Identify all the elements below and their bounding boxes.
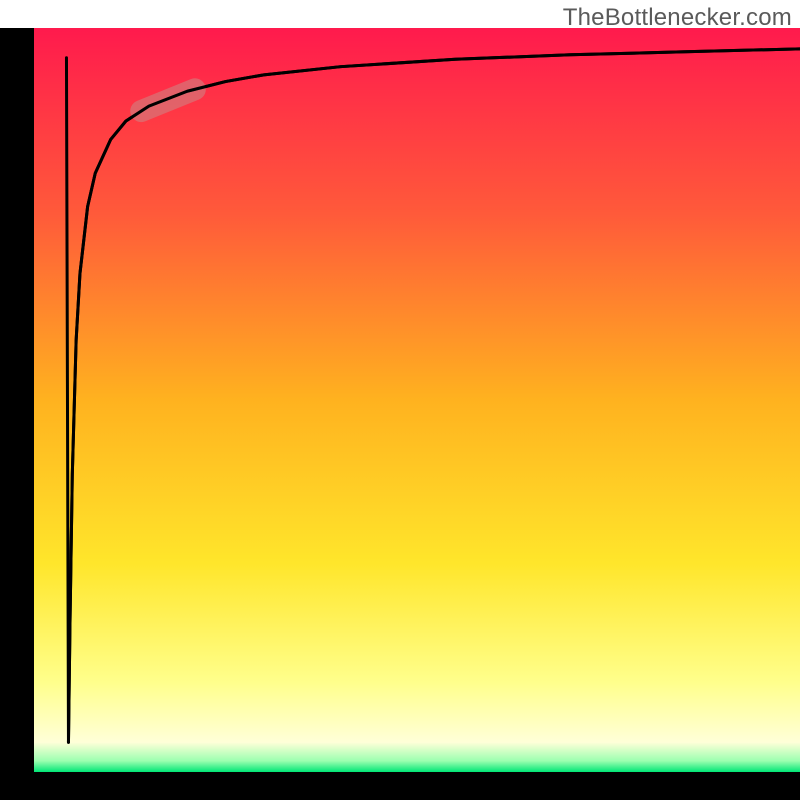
axis-left-bar (0, 28, 34, 772)
watermark-text: TheBottlenecker.com (563, 4, 792, 32)
axis-bottom-bar (0, 772, 800, 800)
chart-svg (0, 0, 800, 800)
chart-stage: TheBottlenecker.com (0, 0, 800, 800)
plot-gradient (34, 28, 800, 772)
curve-spike (66, 58, 68, 742)
